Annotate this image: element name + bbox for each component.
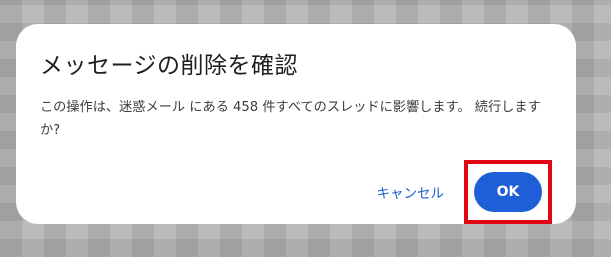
- dialog-actions: キャンセル OK: [377, 160, 552, 224]
- dialog-title: メッセージの削除を確認: [40, 53, 299, 79]
- dialog-message: この操作は、迷惑メール にある 458 件すべてのスレッドに影響します。 続行し…: [40, 100, 541, 138]
- confirm-delete-dialog: メッセージの削除を確認 この操作は、迷惑メール にある 458 件すべてのスレッ…: [16, 24, 576, 224]
- cancel-button[interactable]: キャンセル: [377, 174, 445, 210]
- ok-button-highlight: OK: [464, 160, 552, 224]
- ok-button[interactable]: OK: [474, 172, 542, 212]
